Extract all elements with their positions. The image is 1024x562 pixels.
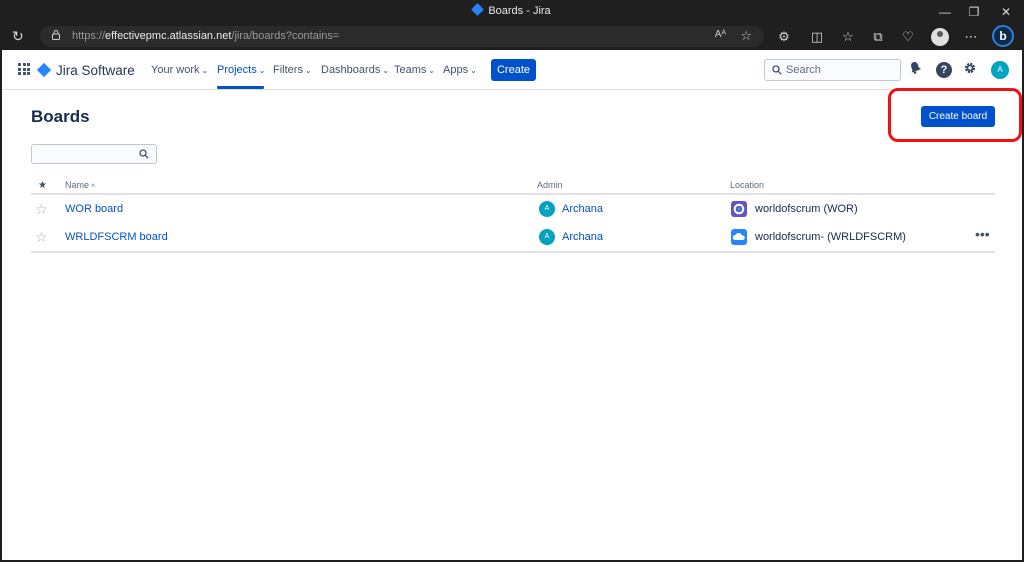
window-frame <box>0 0 1024 562</box>
